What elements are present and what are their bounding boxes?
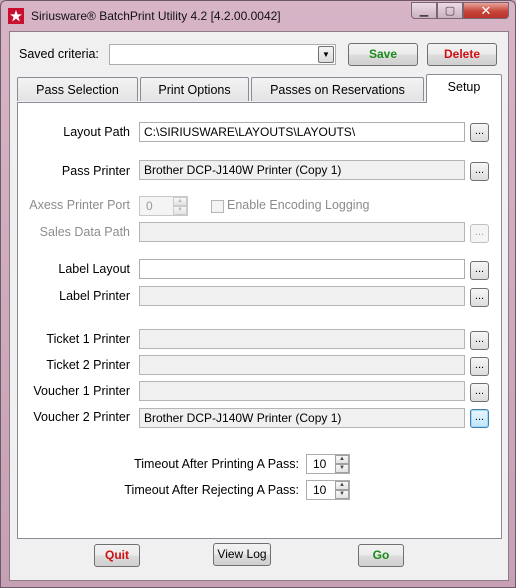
voucher-1-printer-label: Voucher 1 Printer (33, 384, 130, 398)
tab-print-options[interactable]: Print Options (140, 77, 249, 101)
axess-printer-port-label: Axess Printer Port (29, 198, 130, 212)
close-button[interactable]: ✕ (463, 2, 509, 19)
layout-path-label: Layout Path (63, 125, 130, 139)
client-area: Saved criteria: ▼ Save Delete Pass Selec… (9, 31, 509, 581)
quit-button[interactable]: Quit (94, 544, 140, 567)
label-layout-label: Label Layout (58, 262, 130, 276)
ticket-1-printer-browse-button[interactable]: ... (470, 331, 489, 350)
pass-printer-label: Pass Printer (61, 164, 130, 178)
maximize-button[interactable]: ▢ (437, 2, 463, 19)
chevron-down-icon[interactable]: ▼ (318, 46, 334, 63)
delete-button[interactable]: Delete (427, 43, 497, 66)
ticket-1-printer-label: Ticket 1 Printer (46, 332, 130, 346)
ticket-2-printer-label: Ticket 2 Printer (46, 358, 130, 372)
timeout-printing-value[interactable]: 10 (313, 457, 326, 471)
voucher-2-printer-field[interactable]: Brother DCP-J140W Printer (Copy 1) (139, 408, 465, 428)
tab-pass-selection[interactable]: Pass Selection (17, 77, 138, 101)
label-printer-browse-button[interactable]: ... (470, 288, 489, 307)
save-button[interactable]: Save (348, 43, 418, 66)
spin-up-icon[interactable]: ▲ (335, 481, 349, 490)
close-icon: ✕ (480, 2, 492, 18)
sales-data-path-label: Sales Data Path (39, 225, 130, 239)
tab-passes-on-reservations[interactable]: Passes on Reservations (251, 77, 424, 101)
voucher-2-printer-browse-button[interactable]: ... (470, 409, 489, 428)
window-title: Siriusware® BatchPrint Utility 4.2 [4.2.… (31, 9, 281, 23)
timeout-rejecting-stepper[interactable]: 10 ▲ ▼ (306, 480, 350, 500)
label-layout-browse-button[interactable]: ... (470, 261, 489, 280)
app-window: Siriusware® BatchPrint Utility 4.2 [4.2.… (0, 0, 516, 588)
timeout-printing-stepper[interactable]: 10 ▲ ▼ (306, 454, 350, 474)
timeout-rejecting-label: Timeout After Rejecting A Pass: (124, 483, 299, 497)
minimize-icon: ▁ (419, 5, 429, 17)
ticket-2-printer-field[interactable] (139, 355, 465, 375)
axess-printer-port-stepper[interactable]: 0 ▲ ▼ (139, 196, 188, 216)
timeout-rejecting-value[interactable]: 10 (313, 483, 326, 497)
title-bar[interactable]: Siriusware® BatchPrint Utility 4.2 [4.2.… (1, 1, 515, 31)
label-printer-field[interactable] (139, 286, 465, 306)
maximize-icon: ▢ (444, 5, 456, 17)
spin-up-icon[interactable]: ▲ (173, 197, 187, 206)
window-controls: ▁ ▢ ✕ (411, 2, 509, 20)
sales-data-path-browse-button: ... (470, 224, 489, 243)
view-log-button[interactable]: View Log (213, 543, 271, 566)
sales-data-path-field (139, 222, 465, 242)
app-logo-icon (8, 8, 24, 24)
saved-criteria-label: Saved criteria: (19, 47, 99, 61)
voucher-1-printer-browse-button[interactable]: ... (470, 383, 489, 402)
enable-encoding-logging-label: Enable Encoding Logging (227, 198, 370, 212)
ticket-1-printer-field[interactable] (139, 329, 465, 349)
voucher-2-printer-label: Voucher 2 Printer (33, 410, 130, 424)
ticket-2-printer-browse-button[interactable]: ... (470, 357, 489, 376)
label-layout-field[interactable] (139, 259, 465, 279)
spin-down-icon[interactable]: ▼ (173, 206, 187, 215)
spin-down-icon[interactable]: ▼ (335, 490, 349, 499)
axess-printer-port-value: 0 (146, 199, 153, 213)
pass-printer-field[interactable]: Brother DCP-J140W Printer (Copy 1) (139, 160, 465, 180)
pass-printer-browse-button[interactable]: ... (470, 162, 489, 181)
label-printer-label: Label Printer (59, 289, 130, 303)
minimize-button[interactable]: ▁ (411, 2, 437, 19)
go-button[interactable]: Go (358, 544, 404, 567)
spin-up-icon[interactable]: ▲ (335, 455, 349, 464)
spin-down-icon[interactable]: ▼ (335, 464, 349, 473)
timeout-printing-label: Timeout After Printing A Pass: (134, 457, 299, 471)
layout-path-browse-button[interactable]: ... (470, 123, 489, 142)
layout-path-field[interactable]: C:\SIRIUSWARE\LAYOUTS\LAYOUTS\ (139, 122, 465, 142)
saved-criteria-select[interactable]: ▼ (109, 44, 336, 65)
enable-encoding-logging-checkbox[interactable] (211, 200, 224, 213)
tab-setup[interactable]: Setup (426, 74, 502, 103)
voucher-1-printer-field[interactable] (139, 381, 465, 401)
